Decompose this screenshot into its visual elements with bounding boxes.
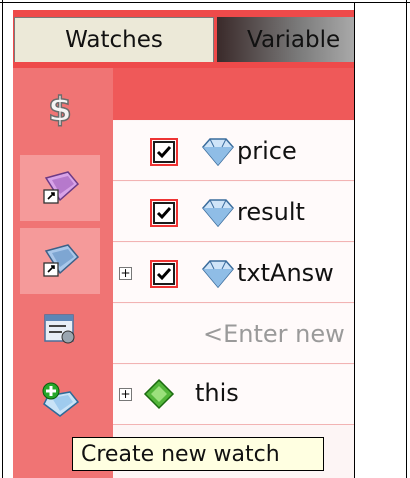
- add-watch-button[interactable]: [20, 368, 100, 434]
- watch-row[interactable]: price: [113, 121, 354, 181]
- watch-enabled-checkbox[interactable]: [150, 138, 178, 166]
- currency-button[interactable]: $: [20, 76, 100, 142]
- frame-right-border: [406, 0, 407, 478]
- gem-icon: [202, 199, 234, 228]
- check-icon: [156, 268, 172, 281]
- check-icon: [156, 146, 172, 159]
- expand-toggle[interactable]: +: [119, 388, 132, 401]
- watch-row[interactable]: + txtAnsw: [113, 243, 354, 303]
- settings-form-icon: [44, 314, 75, 344]
- watch-label: txtAnsw: [237, 259, 334, 287]
- watch-list-header: [113, 68, 354, 120]
- new-watch-placeholder[interactable]: <Enter new: [203, 320, 345, 348]
- tab-variables-label: Variable: [247, 26, 341, 53]
- watch-row[interactable]: result: [113, 182, 354, 242]
- tooltip: Create new watch: [72, 437, 324, 471]
- watch-label: result: [237, 198, 305, 226]
- green-diamond-icon: [143, 378, 175, 410]
- go-to-definition-button[interactable]: [20, 228, 100, 294]
- frame-left-border: [2, 0, 3, 478]
- expand-toggle[interactable]: +: [119, 267, 132, 280]
- tab-watches[interactable]: Watches: [14, 17, 214, 62]
- add-watch-icon: [42, 382, 80, 417]
- tab-watches-label: Watches: [65, 27, 163, 53]
- watch-label: price: [237, 137, 297, 165]
- tooltip-text: Create new watch: [81, 441, 280, 467]
- dollar-icon: $: [47, 89, 72, 129]
- frame-divider: [354, 2, 355, 478]
- gem-shortcut-icon: [43, 244, 80, 277]
- check-icon: [156, 207, 172, 220]
- watch-enabled-checkbox[interactable]: [150, 199, 178, 227]
- watch-label: this: [195, 379, 239, 407]
- go-to-watch-button[interactable]: [20, 155, 100, 221]
- frame-top-border: [0, 2, 410, 3]
- watch-row[interactable]: + this: [113, 365, 354, 425]
- new-watch-row[interactable]: <Enter new: [113, 304, 354, 364]
- tab-variables[interactable]: Variable: [217, 17, 354, 62]
- watch-settings-button[interactable]: [20, 296, 100, 362]
- watch-enabled-checkbox[interactable]: [150, 260, 178, 288]
- gem-shortcut-icon: [43, 171, 80, 204]
- gem-icon: [202, 138, 234, 167]
- svg-text:$: $: [48, 90, 72, 129]
- gem-icon: [202, 260, 234, 289]
